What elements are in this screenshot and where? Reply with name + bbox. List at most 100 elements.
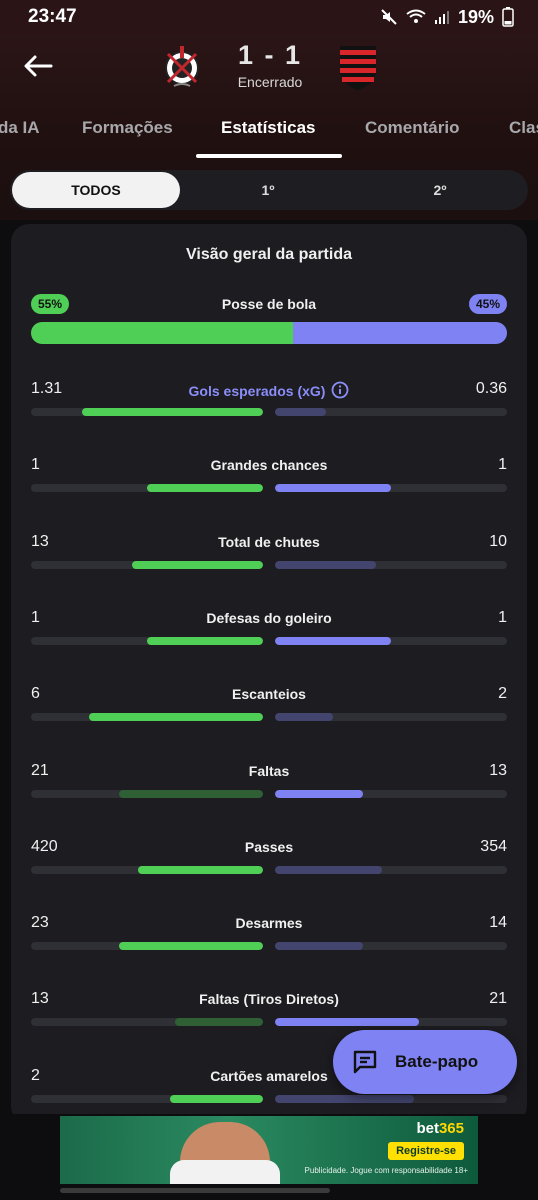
- status-bar: 23:47 19%: [0, 0, 538, 34]
- home-stat-track: [31, 942, 263, 951]
- ad-shirt-image: [170, 1160, 280, 1184]
- stat-row: 420 Passes 354: [31, 838, 507, 888]
- away-stat-value: 1: [498, 608, 507, 626]
- stat-label-text: Gols esperados (xG): [188, 383, 326, 399]
- away-stat-bar: [275, 1094, 415, 1103]
- away-stat-value: 354: [480, 837, 507, 855]
- chat-button-label: Bate-papo: [395, 1052, 479, 1071]
- away-stat-track: [275, 865, 507, 874]
- period-all[interactable]: TODOS: [12, 172, 180, 208]
- away-stat-value: 21: [489, 990, 507, 1008]
- home-stat-bar: [131, 560, 263, 569]
- stat-row: 1 Defesas do goleiro 1: [31, 609, 507, 659]
- arrow-left-icon: [24, 55, 53, 77]
- home-stat-bar: [170, 1094, 263, 1103]
- away-stat-value: 2: [498, 685, 507, 703]
- home-stat-track: [31, 865, 263, 874]
- stat-row: 21 Faltas 13: [31, 762, 507, 812]
- stat-label: Defesas do goleiro: [31, 610, 507, 626]
- home-stat-track: [31, 1094, 263, 1103]
- away-stat-value: 14: [489, 914, 507, 932]
- stat-label: Desarmes: [31, 915, 507, 931]
- ad-cta-button[interactable]: Registre-se: [388, 1142, 464, 1160]
- stat-label: Total de chutes: [31, 534, 507, 550]
- stat-label: Escanteios: [31, 686, 507, 702]
- mute-icon: [380, 8, 398, 26]
- info-icon[interactable]: [331, 381, 349, 402]
- gesture-bar: [60, 1188, 330, 1193]
- stat-label-text: Faltas: [248, 762, 290, 779]
- chat-button[interactable]: Bate-papo: [333, 1030, 517, 1094]
- stat-row: 23 Desarmes 14: [31, 914, 507, 964]
- possession-label: Posse de bola: [221, 296, 317, 312]
- home-stat-bar: [137, 865, 263, 874]
- home-stat-bar: [119, 789, 263, 798]
- home-stat-track: [31, 636, 263, 645]
- away-stat-bar: [275, 408, 327, 416]
- home-stat-bar: [82, 408, 263, 416]
- away-stat-bar: [275, 560, 376, 569]
- away-stat-track: [275, 713, 507, 722]
- period-second-half[interactable]: 2º: [354, 170, 526, 210]
- tab-commentary[interactable]: Comentário: [365, 118, 459, 138]
- stat-label-text: Cartões amarelos: [210, 1067, 328, 1084]
- stat-label: Faltas (Tiros Diretos): [31, 991, 507, 1007]
- home-team-crest-icon[interactable]: [160, 42, 204, 92]
- tab-standings[interactable]: Clas: [509, 118, 538, 138]
- stat-label-text: Passes: [244, 838, 294, 855]
- stat-label: Faltas: [31, 763, 507, 779]
- battery-percent: 19%: [457, 6, 494, 27]
- stat-label: Grandes chances: [31, 457, 507, 473]
- ad-banner[interactable]: bet365 Registre-se Publicidade. Jogue co…: [60, 1116, 478, 1184]
- stat-row: 1.31 Gols esperados (xG) 0.36: [31, 380, 507, 430]
- away-stat-bar: [275, 484, 391, 493]
- active-tab-indicator: [196, 154, 342, 158]
- stats-card: Visão geral da partida 55% Posse de bola…: [11, 224, 527, 1124]
- stat-row: 6 Escanteios 2: [31, 685, 507, 735]
- away-stat-track: [275, 942, 507, 951]
- stat-row: 1 Grandes chances 1: [31, 456, 507, 506]
- away-stat-bar: [275, 713, 333, 722]
- stat-label-text: Defesas do goleiro: [206, 609, 332, 626]
- away-stat-track: [275, 484, 507, 493]
- away-stat-track: [275, 636, 507, 645]
- home-stat-bar: [147, 484, 263, 493]
- stat-label-text: Total de chutes: [218, 533, 320, 550]
- tab-ai[interactable]: da IA: [0, 118, 40, 138]
- possession-bar: [31, 322, 507, 344]
- match-status: Encerrado: [237, 74, 303, 90]
- away-stat-value: 10: [489, 532, 507, 550]
- tab-bar: da IA Formações Estatísticas Comentário …: [0, 114, 538, 158]
- home-possession-fill: [31, 322, 293, 344]
- away-stat-bar: [275, 942, 364, 951]
- stat-label[interactable]: Gols esperados (xG): [31, 381, 507, 402]
- away-stat-value: 0.36: [475, 380, 507, 397]
- away-stat-value: 13: [489, 761, 507, 779]
- away-possession-badge: 45%: [468, 294, 507, 314]
- away-stat-bar: [275, 789, 364, 798]
- away-team-crest-icon[interactable]: [336, 42, 380, 92]
- stat-label-text: Desarmes: [235, 915, 303, 932]
- wifi-icon: [406, 9, 426, 25]
- home-stat-track: [31, 789, 263, 798]
- away-stat-track: [275, 1018, 507, 1027]
- stat-label-text: Faltas (Tiros Diretos): [199, 991, 339, 1008]
- away-stat-value: 1: [498, 456, 507, 474]
- home-stat-track: [31, 1018, 263, 1027]
- signal-icon: [434, 9, 450, 25]
- away-possession-fill: [292, 322, 507, 344]
- status-indicators: 19%: [380, 7, 514, 28]
- score-separator: -: [264, 40, 276, 70]
- tab-statistics[interactable]: Estatísticas: [221, 118, 316, 138]
- back-button[interactable]: [18, 48, 58, 84]
- tab-lineups[interactable]: Formações: [82, 118, 173, 138]
- away-stat-bar: [275, 865, 382, 874]
- away-stat-track: [275, 408, 507, 416]
- period-first-half[interactable]: 1º: [182, 170, 354, 210]
- away-stat-bar: [275, 1018, 419, 1027]
- away-stat-track: [275, 560, 507, 569]
- stat-label: Passes: [31, 839, 507, 855]
- home-stat-bar: [119, 942, 263, 951]
- stat-label-text: Escanteios: [232, 686, 306, 703]
- possession-row: 55% Posse de bola 45%: [31, 294, 507, 344]
